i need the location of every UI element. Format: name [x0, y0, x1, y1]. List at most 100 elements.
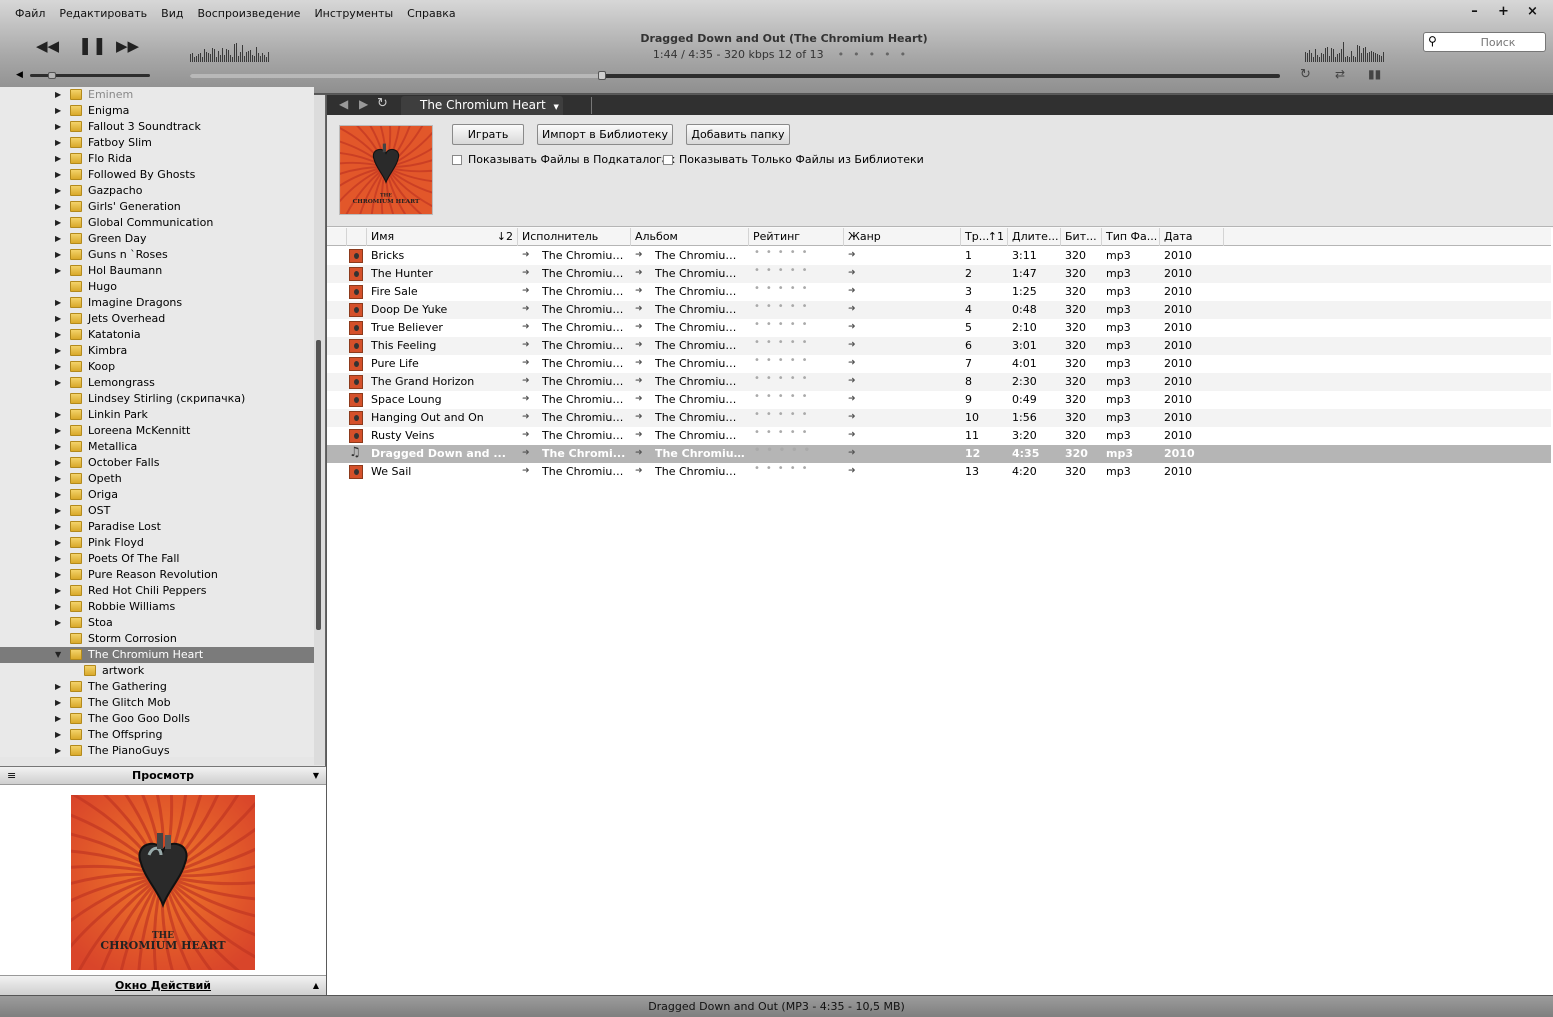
folder-item[interactable]: ▶ The Gathering	[0, 679, 314, 695]
folder-item[interactable]: ▶ Linkin Park	[0, 407, 314, 423]
link-arrow-icon[interactable]: ➜	[522, 340, 530, 350]
link-arrow-icon[interactable]: ➜	[848, 412, 856, 422]
link-arrow-icon[interactable]: ➜	[522, 448, 530, 458]
link-arrow-icon[interactable]: ➜	[522, 430, 530, 440]
folder-item[interactable]: ▶ OST	[0, 503, 314, 519]
link-arrow-icon[interactable]: ➜	[635, 250, 643, 260]
expand-right-icon[interactable]: ▶	[55, 135, 61, 151]
equalizer-icon[interactable]: ▮▮	[1368, 67, 1381, 81]
folder-item[interactable]: ▶ Fatboy Slim	[0, 135, 314, 151]
menu-file[interactable]: Файл	[8, 6, 52, 22]
expand-right-icon[interactable]: ▶	[55, 503, 61, 519]
col-rating[interactable]: Рейтинг	[749, 228, 844, 246]
folder-item[interactable]: ▶ Poets Of The Fall	[0, 551, 314, 567]
link-arrow-icon[interactable]: ➜	[522, 268, 530, 278]
folder-item[interactable]: ▶ Metallica	[0, 439, 314, 455]
expand-right-icon[interactable]: ▶	[55, 247, 61, 263]
rating-stars[interactable]: •••••	[754, 355, 814, 366]
expand-right-icon[interactable]: ▶	[55, 471, 61, 487]
expand-right-icon[interactable]: ▶	[55, 263, 61, 279]
rating-stars[interactable]: •••••	[754, 319, 814, 330]
rating-stars[interactable]: •••••	[754, 301, 814, 312]
repeat-icon[interactable]: ↻	[1300, 67, 1311, 82]
seek-handle[interactable]	[598, 71, 607, 80]
folder-item[interactable]: ▶ Gazpacho	[0, 183, 314, 199]
expand-right-icon[interactable]: ▶	[55, 119, 61, 135]
show-subfolders-checkbox[interactable]: Показывать Файлы в Подкаталогах	[452, 153, 675, 166]
expand-right-icon[interactable]: ▶	[55, 679, 61, 695]
col-album[interactable]: Альбом	[631, 228, 749, 246]
link-arrow-icon[interactable]: ➜	[848, 340, 856, 350]
link-arrow-icon[interactable]: ➜	[635, 394, 643, 404]
link-arrow-icon[interactable]: ➜	[522, 250, 530, 260]
add-folder-button[interactable]: Добавить папку	[686, 124, 790, 145]
folder-item[interactable]: ▶ Lemongrass	[0, 375, 314, 391]
link-arrow-icon[interactable]: ➜	[635, 466, 643, 476]
minimize-button[interactable]: –	[1460, 4, 1489, 19]
menu-tools[interactable]: Инструменты	[307, 6, 400, 22]
checkbox-box[interactable]	[663, 154, 673, 165]
actions-window-title[interactable]: Окно Действий	[115, 979, 211, 992]
folder-item[interactable]: ▶ Eminem	[0, 87, 314, 103]
rating-stars[interactable]: •••••	[754, 409, 814, 420]
col-bitrate[interactable]: Бит...	[1061, 228, 1102, 246]
expand-right-icon[interactable]: ▶	[55, 615, 61, 631]
folder-item[interactable]: ▶ Fallout 3 Soundtrack	[0, 119, 314, 135]
folder-item[interactable]: ▶ Robbie Williams	[0, 599, 314, 615]
rating-stars[interactable]: •••••	[754, 427, 814, 438]
folder-item[interactable]: ▶ Koop	[0, 359, 314, 375]
volume-slider[interactable]	[30, 72, 150, 79]
link-arrow-icon[interactable]: ➜	[848, 430, 856, 440]
col-name[interactable]: Имя ↓2	[367, 228, 518, 246]
expand-right-icon[interactable]: ▶	[55, 343, 61, 359]
link-arrow-icon[interactable]: ➜	[848, 322, 856, 332]
link-arrow-icon[interactable]: ➜	[848, 376, 856, 386]
table-row[interactable]: Doop De Yuke The Chromium... The Chromium …	[327, 301, 1551, 319]
link-arrow-icon[interactable]: ➜	[522, 286, 530, 296]
expand-right-icon[interactable]: ▶	[55, 327, 61, 343]
maximize-button[interactable]: +	[1489, 4, 1518, 19]
table-row[interactable]: Hanging Out and On The Chromium... The Chr…	[327, 409, 1551, 427]
tree-scrollbar-thumb[interactable]	[316, 340, 321, 630]
expand-right-icon[interactable]: ▶	[55, 439, 61, 455]
table-row[interactable]: We Sail The Chromium... The Chromium ... 13…	[327, 463, 1551, 481]
folder-item[interactable]: ▼ The Chromium Heart	[0, 647, 314, 663]
album-art-thumbnail[interactable]: THE CHROMIUM HEART	[339, 125, 433, 215]
link-arrow-icon[interactable]: ➜	[635, 376, 643, 386]
link-arrow-icon[interactable]: ➜	[848, 466, 856, 476]
link-arrow-icon[interactable]: ➜	[522, 412, 530, 422]
table-row[interactable]: Fire Sale The Chromium... The Chromium ...…	[327, 283, 1551, 301]
actions-window-header[interactable]: Окно Действий ▲	[0, 975, 326, 995]
expand-right-icon[interactable]: ▶	[55, 311, 61, 327]
col-genre[interactable]: Жанр	[844, 228, 961, 246]
tab-dropdown-icon[interactable]: ▼	[554, 103, 559, 111]
tab-chromium-heart[interactable]: The Chromium Heart ▼	[401, 96, 563, 116]
folder-item[interactable]: Storm Corrosion	[0, 631, 314, 647]
expand-right-icon[interactable]: ▶	[55, 567, 61, 583]
rating-stars[interactable]: •••••	[754, 337, 814, 348]
table-row[interactable]: Space Loung The Chromium... The Chromium .…	[327, 391, 1551, 409]
expand-right-icon[interactable]: ▶	[55, 215, 61, 231]
table-row[interactable]: Pure Life The Chromium... The Chromium ...…	[327, 355, 1551, 373]
link-arrow-icon[interactable]: ➜	[635, 304, 643, 314]
link-arrow-icon[interactable]: ➜	[635, 448, 643, 458]
link-arrow-icon[interactable]: ➜	[522, 322, 530, 332]
link-arrow-icon[interactable]: ➜	[848, 394, 856, 404]
link-arrow-icon[interactable]: ➜	[635, 430, 643, 440]
rating-stars[interactable]: •••••	[754, 247, 814, 258]
expand-right-icon[interactable]: ▶	[55, 599, 61, 615]
previous-icon[interactable]: ◀◀	[36, 37, 59, 55]
folder-item[interactable]: ▶ Katatonia	[0, 327, 314, 343]
folder-item[interactable]: ▶ Pink Floyd	[0, 535, 314, 551]
link-arrow-icon[interactable]: ➜	[635, 286, 643, 296]
expand-right-icon[interactable]: ▶	[55, 423, 61, 439]
col-track[interactable]: Тр... ↑1	[961, 228, 1008, 246]
folder-item[interactable]: ▶ Enigma	[0, 103, 314, 119]
seek-bar[interactable]	[190, 71, 1280, 80]
rating-dots[interactable]: •••••	[838, 48, 915, 61]
col-length[interactable]: Длите...	[1008, 228, 1061, 246]
expand-right-icon[interactable]: ▶	[55, 295, 61, 311]
rating-stars[interactable]: •••••	[754, 463, 814, 474]
folder-item[interactable]: ▶ Paradise Lost	[0, 519, 314, 535]
link-arrow-icon[interactable]: ➜	[848, 286, 856, 296]
